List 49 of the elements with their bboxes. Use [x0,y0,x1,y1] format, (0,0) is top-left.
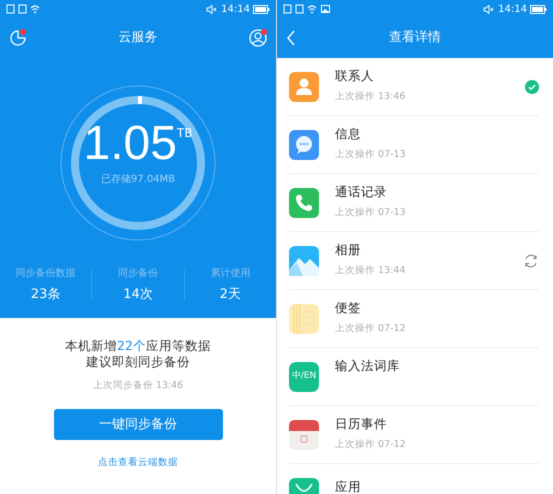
storage-value: 1.05 [84,120,177,168]
mute-icon [483,4,494,14]
item-timestamp: 上次操作 07-13 [335,148,407,162]
storage-caption: 已存储97.04MB [100,172,176,187]
stat-value: 23条 [30,286,60,304]
backup-button[interactable]: 一键同步备份 [54,408,222,440]
wifi-icon [307,4,317,14]
item-timestamp: 上次操作 13:46 [335,90,406,104]
battery-icon [253,4,270,14]
status-time: 14:14 [498,2,527,16]
calendar-icon [289,420,319,450]
stat-value: 14次 [123,286,153,304]
item-timestamp: 上次操作 07-13 [335,206,407,220]
notice-text: 本机新增22个应用等数据 [65,338,211,354]
item-timestamp: 上次操作 13:44 [335,264,406,278]
account-icon[interactable] [248,28,268,48]
wifi-icon [30,4,40,14]
battery-icon [530,4,547,14]
phone-icon [289,188,319,218]
item-name: 便签 [335,299,362,317]
status-time: 14:14 [221,2,250,16]
last-sync-text: 上次同步备份 13:46 [92,378,184,392]
screen-title: 云服务 [118,29,158,48]
item-name: 相册 [335,241,362,259]
chat-bubble-icon [289,130,319,160]
item-timestamp: 上次操作 07-12 [335,438,407,452]
mountain-icon [289,246,319,276]
storage-unit: TB [176,125,192,142]
screen-title: 查看详情 [389,29,441,48]
item-name: 信息 [335,125,362,143]
back-icon[interactable] [285,29,297,47]
stat-label: 同步备份数据 [16,266,76,281]
pie-chart-icon[interactable] [8,28,28,48]
stat-value: 2天 [220,286,241,304]
keyboard-language-icon: 中/EN [289,362,319,392]
item-name: 通话记录 [335,183,388,201]
cloud-data-link[interactable]: 点击查看云端数据 [98,456,178,470]
item-name: 输入法词库 [335,357,401,375]
item-name: 联系人 [335,67,375,85]
stat-label: 累计使用 [210,266,250,281]
notice-text: 建议即刻同步备份 [86,354,190,370]
item-timestamp: 上次操作 07-12 [335,322,407,336]
contacts-icon [289,72,319,102]
stat-label: 同步备份 [118,266,158,281]
item-name: 日历事件 [335,415,388,433]
notepad-icon [289,304,319,334]
mute-icon [206,4,218,14]
image-icon [321,5,330,13]
item-name: 应用 [335,478,362,494]
